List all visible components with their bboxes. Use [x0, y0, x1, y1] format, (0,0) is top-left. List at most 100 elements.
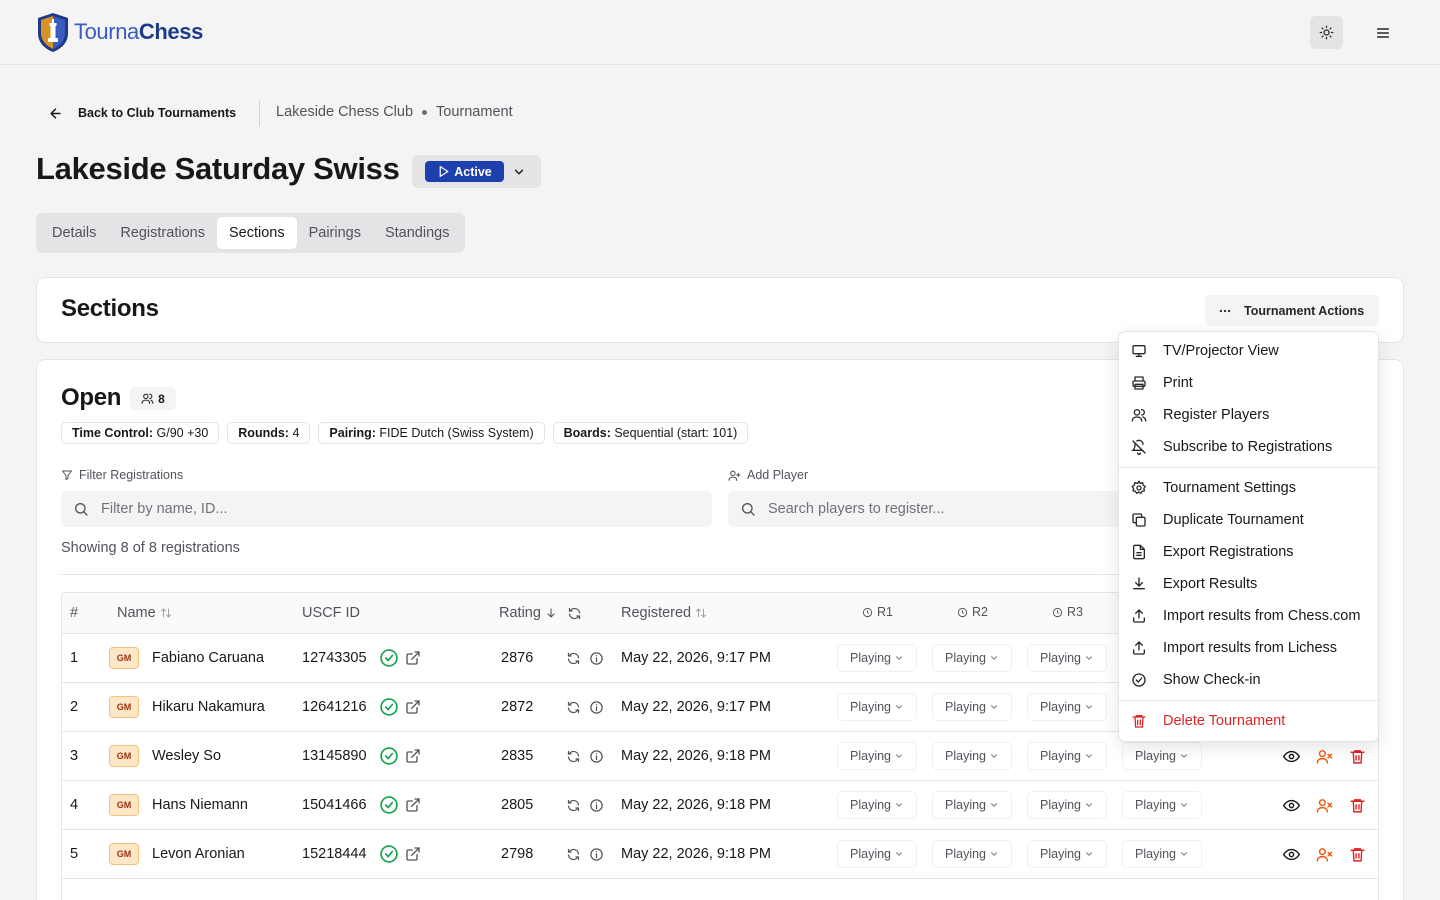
tab-pairings[interactable]: Pairings: [297, 217, 373, 249]
upload-icon: [1133, 641, 1145, 655]
chevron-down-icon: [1086, 754, 1092, 758]
tab-sections[interactable]: Sections: [216, 217, 297, 249]
filter-input[interactable]: [101, 501, 621, 517]
page-title: Lakeside Saturday Swiss: [36, 151, 400, 186]
menu-item-register-players[interactable]: Register Players: [1119, 399, 1378, 431]
chevron-down-icon: [1086, 656, 1092, 660]
refresh-rating-icon[interactable]: [566, 749, 581, 764]
logo[interactable]: TournaChess: [35, 11, 203, 53]
external-link-icon[interactable]: [405, 846, 421, 862]
menu-item-print[interactable]: Print: [1119, 367, 1378, 399]
round-status-value: Playing: [850, 651, 891, 665]
player-cell: GM Fabiano Caruana: [109, 634, 264, 682]
round-status-select[interactable]: Playing: [1027, 840, 1107, 868]
refresh-all-icon[interactable]: [567, 606, 582, 621]
round-status-select[interactable]: Playing: [1122, 742, 1202, 770]
refresh-rating-icon[interactable]: [566, 651, 581, 666]
menu-item-import-lichess[interactable]: Import results from Lichess: [1119, 632, 1378, 664]
menu-item-delete-tournament[interactable]: Delete Tournament: [1119, 705, 1378, 737]
info-icon[interactable]: [589, 651, 604, 666]
menu-item-subscribe[interactable]: Subscribe to Registrations: [1119, 431, 1378, 463]
round-status-value: Playing: [850, 847, 891, 861]
round-status-r3: Playing: [1027, 683, 1107, 731]
tournament-tabs: Details Registrations Sections Pairings …: [36, 213, 466, 253]
round-status-select[interactable]: Playing: [1122, 791, 1202, 819]
menu-item-tournament-settings[interactable]: Tournament Settings: [1119, 472, 1378, 504]
round-status-select[interactable]: Playing: [837, 693, 917, 721]
main-menu-button[interactable]: [1366, 16, 1399, 49]
round-status-select[interactable]: Playing: [1122, 840, 1202, 868]
trash-icon[interactable]: [1349, 797, 1366, 814]
round-status-select[interactable]: Playing: [837, 644, 917, 672]
menu-separator: [1119, 467, 1378, 468]
round-status-select[interactable]: Playing: [837, 840, 917, 868]
tournament-actions-button[interactable]: Tournament Actions: [1205, 295, 1379, 326]
refresh-rating-icon[interactable]: [566, 847, 581, 862]
round-status-select[interactable]: Playing: [1027, 644, 1107, 672]
col-rating-label: Rating: [499, 605, 541, 621]
chip-time-control: Time Control: G/90 +30: [61, 422, 220, 444]
menu-item-export-registrations[interactable]: Export Registrations: [1119, 536, 1378, 568]
theme-toggle-button[interactable]: [1310, 16, 1343, 49]
player-name[interactable]: Fabiano Caruana: [152, 650, 264, 666]
tab-details[interactable]: Details: [40, 217, 108, 249]
round-status-select[interactable]: Playing: [1027, 742, 1107, 770]
user-x-icon[interactable]: [1316, 846, 1333, 863]
refresh-rating-icon[interactable]: [566, 700, 581, 715]
clock-icon: [957, 607, 968, 617]
round-status-select[interactable]: Playing: [1027, 791, 1107, 819]
info-icon[interactable]: [589, 749, 604, 764]
info-icon[interactable]: [589, 700, 604, 715]
col-rating[interactable]: Rating: [499, 605, 582, 621]
col-name[interactable]: Name: [117, 605, 172, 621]
user-x-icon[interactable]: [1316, 797, 1333, 814]
section-settings-chips: Time Control: G/90 +30 Rounds: 4 Pairing…: [61, 422, 749, 444]
menu-item-tv-projector[interactable]: TV/Projector View: [1119, 335, 1378, 367]
tab-standings[interactable]: Standings: [373, 217, 462, 249]
menu-item-export-results[interactable]: Export Results: [1119, 568, 1378, 600]
round-status-value: Playing: [1040, 847, 1081, 861]
external-link-icon[interactable]: [405, 797, 421, 813]
info-icon[interactable]: [589, 847, 604, 862]
trash-icon[interactable]: [1349, 748, 1366, 765]
status-label: Active: [454, 164, 492, 179]
menu-item-show-checkin[interactable]: Show Check-in: [1119, 664, 1378, 696]
player-name[interactable]: Levon Aronian: [152, 846, 245, 862]
external-link-icon[interactable]: [405, 699, 421, 715]
round-status-select[interactable]: Playing: [932, 693, 1012, 721]
breadcrumb-club[interactable]: Lakeside Chess Club: [276, 104, 413, 120]
user-x-icon[interactable]: [1316, 748, 1333, 765]
status-dropdown[interactable]: Active: [412, 155, 541, 188]
round-status-select[interactable]: Playing: [1027, 693, 1107, 721]
player-name[interactable]: Hans Niemann: [152, 797, 248, 813]
eye-icon[interactable]: [1283, 797, 1300, 814]
eye-icon[interactable]: [1283, 846, 1300, 863]
round-status-select[interactable]: Playing: [932, 742, 1012, 770]
menu-item-import-chesscom[interactable]: Import results from Chess.com: [1119, 600, 1378, 632]
round-status-select[interactable]: Playing: [837, 742, 917, 770]
col-registered[interactable]: Registered: [621, 605, 707, 621]
menu-item-duplicate[interactable]: Duplicate Tournament: [1119, 504, 1378, 536]
round-status-select[interactable]: Playing: [837, 791, 917, 819]
tab-registrations[interactable]: Registrations: [108, 217, 217, 249]
chevron-down-icon: [896, 852, 902, 856]
back-to-club-link[interactable]: Back to Club Tournaments: [36, 98, 236, 128]
refresh-rating-icon[interactable]: [566, 798, 581, 813]
round-status-select[interactable]: Playing: [932, 791, 1012, 819]
breadcrumb: Lakeside Chess Club Tournament: [276, 104, 513, 120]
chevron-down-icon: [896, 754, 902, 758]
info-icon[interactable]: [589, 798, 604, 813]
upload-icon: [1133, 609, 1145, 623]
round-status-select[interactable]: Playing: [932, 644, 1012, 672]
round-status-select[interactable]: Playing: [932, 840, 1012, 868]
external-link-icon[interactable]: [405, 748, 421, 764]
chevron-down-icon: [514, 169, 524, 175]
trash-icon[interactable]: [1349, 846, 1366, 863]
round-status-r4: Playing: [1122, 830, 1202, 878]
external-link-icon[interactable]: [405, 650, 421, 666]
menu-item-label: Export Results: [1163, 576, 1258, 592]
player-name[interactable]: Wesley So: [152, 748, 221, 764]
player-name[interactable]: Hikaru Nakamura: [152, 699, 265, 715]
eye-icon[interactable]: [1283, 748, 1300, 765]
rating-value: 2876: [501, 650, 534, 666]
